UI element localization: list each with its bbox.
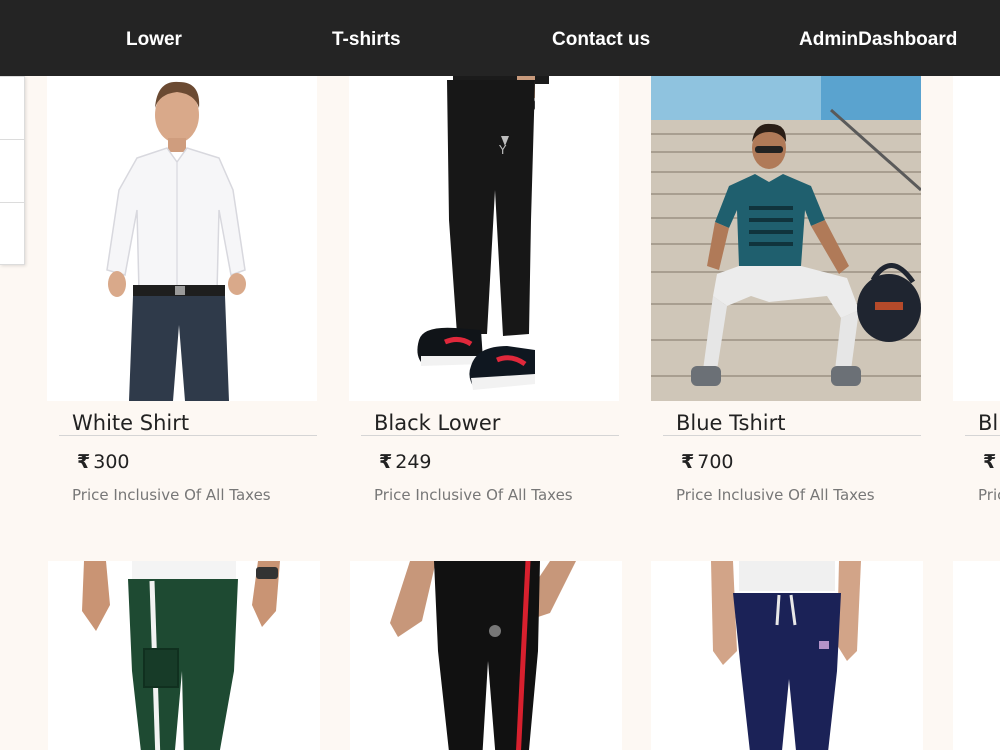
product-image[interactable] (953, 70, 1000, 401)
nav-link-lower[interactable]: Lower (126, 29, 182, 51)
product-title: Blue Tshirt (676, 411, 786, 435)
price-tax-note: Price Inclusive Of All Taxes (72, 486, 271, 504)
product-price: ₹ (983, 451, 999, 473)
product-image-blue-tshirt[interactable] (651, 70, 921, 401)
product-card[interactable]: Blue Tshirt ₹700 Price Inclusive Of All … (651, 70, 923, 560)
side-menu-panel[interactable] (0, 76, 25, 265)
product-image-black-track-pants[interactable] (350, 561, 622, 750)
rupee-icon: ₹ (77, 451, 91, 473)
product-card[interactable]: White Shirt ₹300 Price Inclusive Of All … (47, 70, 319, 560)
divider (663, 435, 921, 436)
product-price: ₹300 (77, 451, 130, 473)
nav-link-contact-us[interactable]: Contact us (552, 29, 650, 51)
price-tax-note: Price Inclusive Of All Taxes (676, 486, 875, 504)
product-card[interactable]: Y Black Lower ₹249 Price Inclusive Of Al… (349, 70, 621, 560)
nav-link-admin-dashboard[interactable]: AdminDashboard (799, 29, 957, 51)
product-title: Blu (978, 411, 1000, 435)
price-tax-note: Pric (978, 486, 1000, 504)
product-title: Black Lower (374, 411, 501, 435)
price-value: 249 (395, 451, 432, 473)
divider (965, 435, 1000, 436)
price-value: 700 (697, 451, 734, 473)
price-tax-note: Price Inclusive Of All Taxes (374, 486, 573, 504)
product-image-white-shirt[interactable] (47, 70, 317, 401)
product-image-black-lower[interactable]: Y (349, 70, 619, 401)
rupee-icon: ₹ (379, 451, 393, 473)
side-menu-divider (0, 139, 24, 140)
top-navbar: Lower T-shirts Contact us AdminDashboard (0, 0, 1000, 76)
rupee-icon: ₹ (681, 451, 695, 473)
side-menu-divider (0, 202, 24, 203)
product-card[interactable]: Blu ₹ Pric (953, 70, 1000, 560)
product-title: White Shirt (72, 411, 190, 435)
product-image[interactable] (953, 561, 1000, 750)
product-image-green-cargo-pants[interactable] (48, 561, 320, 750)
rupee-icon: ₹ (983, 451, 997, 473)
divider (361, 435, 619, 436)
product-price: ₹700 (681, 451, 734, 473)
price-value: 300 (93, 451, 130, 473)
product-price: ₹249 (379, 451, 432, 473)
divider (59, 435, 317, 436)
product-image-navy-joggers[interactable] (651, 561, 923, 750)
svg-text:Y: Y (498, 143, 507, 157)
nav-link-tshirts[interactable]: T-shirts (332, 29, 401, 51)
